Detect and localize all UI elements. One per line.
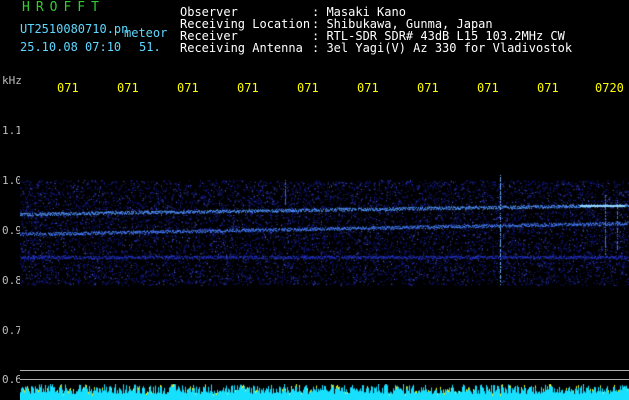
- seconds-label: 51.: [139, 40, 161, 54]
- datetime-label: 25.10.08 07:10: [20, 40, 122, 54]
- time-tick: 071: [477, 81, 499, 95]
- spectrogram-waterfall: [20, 95, 629, 385]
- unit-label: kHz: [2, 74, 22, 87]
- mode-label: meteor: [124, 26, 168, 40]
- time-tick: 071: [537, 81, 559, 95]
- baseline-line: [20, 379, 629, 380]
- time-tick: 071: [57, 81, 79, 95]
- antenna-value: : 3el Yagi(V) Az 330 for Vladivostok: [312, 41, 573, 55]
- y-tick: 1.1: [2, 124, 22, 137]
- y-tick: 0.7: [2, 324, 22, 337]
- time-tick: 071: [357, 81, 379, 95]
- hrofft-window: HROFFT UT2510080710.pn meteor 25.10.08 0…: [0, 0, 629, 400]
- time-tick: 071: [297, 81, 319, 95]
- filename-label: UT2510080710.pn: [20, 22, 129, 36]
- y-tick: 0.8: [2, 274, 22, 287]
- time-tick: 071: [237, 81, 259, 95]
- time-tick: 071: [417, 81, 439, 95]
- time-tick: 071: [177, 81, 199, 95]
- y-tick: 0.6: [2, 373, 22, 386]
- y-tick: 1.0: [2, 174, 22, 187]
- baseline-line: [20, 370, 629, 371]
- y-tick: 0.9: [2, 224, 22, 237]
- signal-level-bar: [20, 384, 629, 400]
- antenna-label: Receiving Antenna: [180, 41, 303, 55]
- time-tick: 071: [117, 81, 139, 95]
- time-tick: 0720: [595, 81, 624, 95]
- app-title: HROFFT: [22, 0, 105, 15]
